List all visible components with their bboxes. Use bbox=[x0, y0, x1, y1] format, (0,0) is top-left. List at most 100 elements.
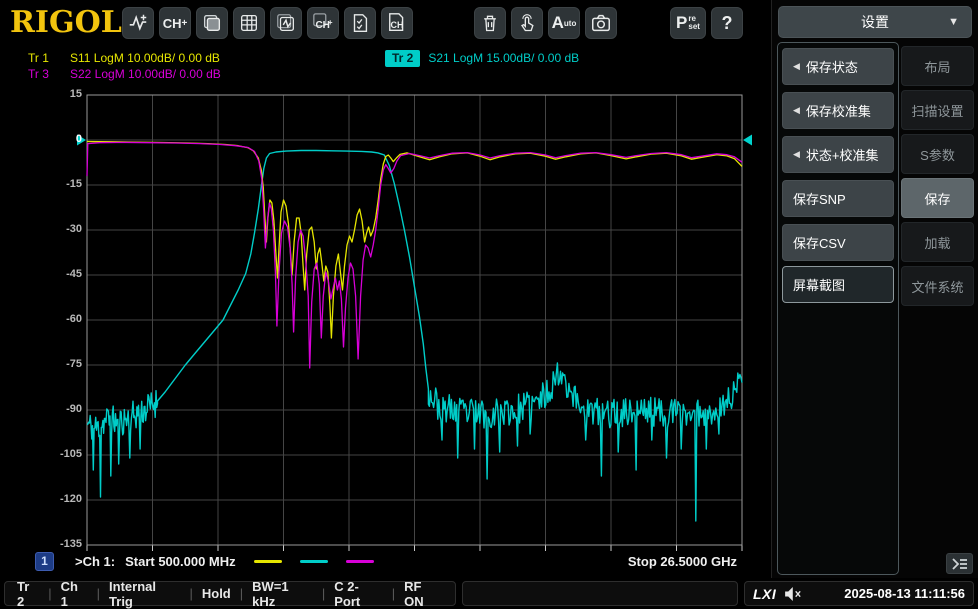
lxi-logo: LXI bbox=[753, 585, 777, 602]
trace-meta: S21 LogM 15.00dB/ 0.00 dB bbox=[428, 51, 580, 65]
help-button[interactable]: ? bbox=[711, 7, 743, 39]
trace-label-tr2-active[interactable]: Tr 2 S21 LogM 15.00dB/ 0.00 dB bbox=[385, 50, 579, 67]
trace-label-tr1[interactable]: Tr 1 S11 LogM 10.00dB/ 0.00 dB bbox=[28, 50, 221, 66]
status-calibration: C 2-Port bbox=[334, 578, 361, 609]
status-bandwidth: BW=1 kHz bbox=[252, 578, 289, 609]
stacked-windows-icon bbox=[203, 14, 221, 32]
status-trigger: Internal Trig bbox=[109, 578, 156, 609]
trash-icon bbox=[484, 15, 496, 32]
tr3-legend-dash bbox=[345, 559, 374, 563]
tab-load[interactable]: 加载 bbox=[901, 222, 974, 262]
add-channel-label: CH bbox=[162, 15, 182, 31]
tr2-legend-dash bbox=[299, 559, 328, 563]
y-axis-label: 0 bbox=[75, 133, 82, 145]
trace-label-tr3[interactable]: Tr 3 S22 LogM 10.00dB/ 0.00 dB bbox=[28, 66, 221, 82]
submenu-save-cal-set[interactable]: ◀ 保存校准集 bbox=[782, 92, 894, 129]
hide-menu-button[interactable] bbox=[946, 553, 973, 574]
preset-label-big: P bbox=[676, 13, 688, 32]
speaker-muted-icon[interactable] bbox=[784, 586, 802, 602]
start-frequency[interactable]: Start 500.000 MHz bbox=[125, 554, 236, 569]
submenu-panel: ◀ 保存状态 ◀ 保存校准集 ◀ 状态+校准集 保存SNP 保存CSV 屏幕截图 bbox=[777, 42, 899, 575]
active-trace-badge: Tr 2 bbox=[385, 50, 421, 67]
status-active-trace: Tr 2 bbox=[17, 578, 30, 609]
toolbar: RIGOL CH + CH + CH A uto P re set ? bbox=[0, 0, 771, 46]
new-trace-window-button[interactable] bbox=[270, 7, 302, 39]
touch-hand-icon bbox=[521, 14, 534, 32]
y-axis-label: -105 bbox=[59, 448, 82, 460]
expand-left-icon: ◀ bbox=[793, 105, 800, 115]
y-axis-label: 15 bbox=[69, 88, 82, 100]
touch-mode-button[interactable] bbox=[511, 7, 543, 39]
submenu-screenshot[interactable]: 屏幕截图 bbox=[782, 266, 894, 303]
main-area: RIGOL CH + CH + CH A uto P re set ? 15 0… bbox=[0, 0, 771, 578]
camera-icon bbox=[592, 14, 610, 32]
window-channel-plus: + bbox=[327, 17, 333, 27]
preset-button[interactable]: P re set bbox=[670, 7, 706, 39]
datetime: 2025-08-13 11:11:56 bbox=[844, 586, 965, 601]
chevron-down-icon: ▼ bbox=[948, 16, 959, 28]
submenu-save-snp[interactable]: 保存SNP bbox=[782, 180, 894, 217]
delete-button[interactable] bbox=[474, 7, 506, 39]
submenu-state-plus-cal[interactable]: ◀ 状态+校准集 bbox=[782, 136, 894, 173]
channel-copy-button[interactable]: CH bbox=[381, 7, 413, 39]
trace-meta: S11 LogM 10.00dB/ 0.00 dB bbox=[70, 51, 220, 65]
status-right-box: LXI 2025-08-13 11:11:56 bbox=[744, 581, 974, 606]
expand-left-icon: ◀ bbox=[793, 61, 800, 71]
stop-frequency[interactable]: Stop 26.5000 GHz bbox=[628, 554, 737, 569]
preset-label-set: set bbox=[688, 22, 700, 31]
help-icon: ? bbox=[721, 12, 733, 33]
trace-labels: Tr 1 S11 LogM 10.00dB/ 0.00 dB Tr 3 S22 … bbox=[0, 50, 771, 88]
add-trace-button[interactable] bbox=[122, 7, 154, 39]
y-axis-label: -15 bbox=[66, 178, 82, 190]
expand-left-icon: ◀ bbox=[793, 149, 800, 159]
y-axis-label: -120 bbox=[59, 493, 82, 505]
y-axis-label: -90 bbox=[66, 403, 82, 415]
window-waveform-icon bbox=[277, 14, 294, 31]
trace-meta: S22 LogM 10.00dB/ 0.00 dB bbox=[70, 67, 221, 81]
new-table-button[interactable] bbox=[233, 7, 265, 39]
y-axis-label: -30 bbox=[66, 223, 82, 235]
y-axis-label: -60 bbox=[66, 313, 82, 325]
channel-bar: 1 >Ch 1: Start 500.000 MHz Stop 26.5000 … bbox=[0, 549, 771, 573]
vna-screen: RIGOL CH + CH + CH A uto P re set ? 15 0… bbox=[0, 0, 978, 609]
status-middle-box bbox=[462, 581, 738, 606]
add-channel-button[interactable]: CH + bbox=[159, 7, 191, 39]
chart-region: 15 0 -15 -30 -45 -60 -75 -90 -105 -120 -135 Tr 1 S… bbox=[0, 46, 771, 578]
submenu-save-csv[interactable]: 保存CSV bbox=[782, 224, 894, 261]
tab-file-system[interactable]: 文件系统 bbox=[901, 266, 974, 306]
status-left-box: Tr 2 | Ch 1 | Internal Trig | Hold | BW=1 kH… bbox=[4, 578, 456, 609]
submenu-save-state[interactable]: ◀ 保存状态 bbox=[782, 48, 894, 85]
tab-save[interactable]: 保存 bbox=[901, 178, 974, 218]
y-axis-label: -75 bbox=[66, 358, 82, 370]
ref-level-marker-right bbox=[743, 134, 752, 146]
sparameter-plot bbox=[77, 94, 752, 551]
tab-sweep-settings[interactable]: 扫描设置 bbox=[901, 90, 974, 130]
status-rf: RF ON bbox=[404, 578, 424, 609]
waveform-plus-icon bbox=[129, 14, 147, 31]
document-channel-label: CH bbox=[390, 20, 404, 30]
window-layout-button[interactable] bbox=[196, 7, 228, 39]
y-axis-label: -45 bbox=[66, 268, 82, 280]
rigol-logo: RIGOL bbox=[10, 5, 122, 40]
trace-id: Tr 3 bbox=[28, 67, 49, 81]
tab-s-parameters[interactable]: S参数 bbox=[901, 134, 974, 174]
status-channel: Ch 1 bbox=[60, 578, 78, 609]
menu-title-dropdown[interactable]: 设置 ▼ bbox=[778, 6, 972, 38]
status-sweep: Hold bbox=[201, 586, 231, 601]
menu-sidebar: 设置 ▼ ◀ 保存状态 ◀ 保存校准集 ◀ 状态+校准集 保存SNP 保存CSV 屏幕… bbox=[771, 0, 978, 578]
new-channel-window-button[interactable]: CH + bbox=[307, 7, 339, 39]
status-bar: Tr 2 | Ch 1 | Internal Trig | Hold | BW=1 kH… bbox=[0, 578, 978, 609]
trace-copy-button[interactable] bbox=[344, 7, 376, 39]
screenshot-button[interactable] bbox=[585, 7, 617, 39]
document-check-icon bbox=[353, 14, 368, 32]
tab-layout[interactable]: 布局 bbox=[901, 46, 974, 86]
channel-number-badge[interactable]: 1 bbox=[35, 551, 54, 571]
trace-id: Tr 1 bbox=[28, 51, 49, 65]
menu-title: 设置 bbox=[861, 14, 889, 30]
auto-label-small: uto bbox=[563, 18, 577, 28]
channel-label: >Ch 1: bbox=[75, 553, 116, 569]
table-plus-icon bbox=[241, 15, 257, 31]
auto-scale-button[interactable]: Auto bbox=[548, 7, 580, 39]
tr1-legend-dash bbox=[253, 559, 282, 563]
hide-menu-icon bbox=[951, 557, 967, 570]
